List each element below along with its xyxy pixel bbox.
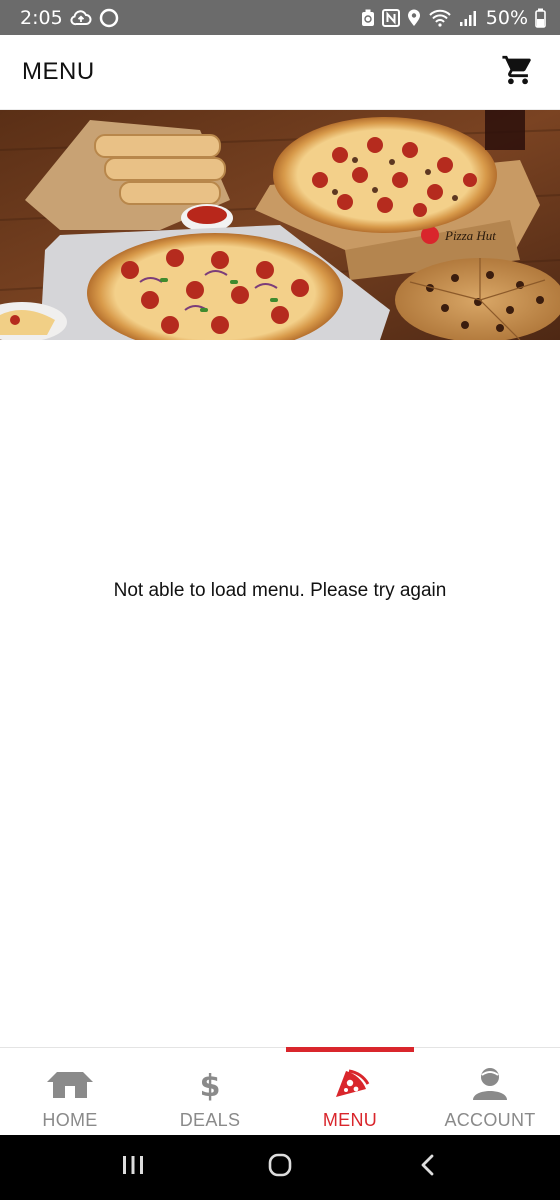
location-icon [407,9,421,27]
dollar-icon: $ [197,1066,223,1102]
nav-deals[interactable]: $ DEALS [140,1048,280,1135]
nav-menu[interactable]: MENU [280,1047,420,1135]
cart-icon [501,53,535,92]
bottom-nav: HOME $ DEALS MENU ACCOUNT [0,1047,560,1135]
cloud-upload-icon [70,9,92,26]
back-chevron-icon [418,1153,436,1182]
home-system-button[interactable] [250,1143,310,1193]
account-icon [470,1066,510,1102]
back-button[interactable] [397,1143,457,1193]
page-title: MENU [22,58,95,85]
recent-apps-icon [121,1154,145,1181]
status-right: 50% [361,7,546,29]
circle-icon [99,8,119,28]
status-bar: 2:05 50% [0,0,560,35]
nav-menu-label: MENU [322,1110,378,1130]
hero-image: Pizza Hut [0,110,560,340]
app-header: MENU [0,35,560,110]
pizza-spread-illustration: Pizza Hut [0,110,560,340]
status-time: 2:05 [20,6,63,29]
error-message: Not able to load menu. Please try again [113,580,447,601]
nav-account-label: ACCOUNT [444,1110,536,1130]
signal-icon [459,9,479,27]
nfc-icon [381,8,400,27]
battery-icon [535,8,546,28]
box-brand-text: Pizza Hut [444,228,496,243]
active-tab-indicator [286,1047,414,1052]
status-left: 2:05 [20,7,119,29]
svg-text:$: $ [200,1069,221,1101]
home-icon [45,1066,95,1102]
recent-apps-button[interactable] [103,1143,163,1193]
system-nav-bar [0,1135,560,1200]
wifi-icon [428,9,452,27]
nav-account[interactable]: ACCOUNT [420,1048,560,1135]
battery-percent: 50% [485,6,528,29]
cart-button[interactable] [498,52,538,92]
home-circle-icon [267,1152,293,1183]
nav-deals-label: DEALS [179,1110,241,1130]
pizza-slice-icon [330,1066,370,1102]
nav-home[interactable]: HOME [0,1048,140,1135]
battery-saver-icon [361,9,375,27]
nav-home-label: HOME [42,1110,98,1130]
